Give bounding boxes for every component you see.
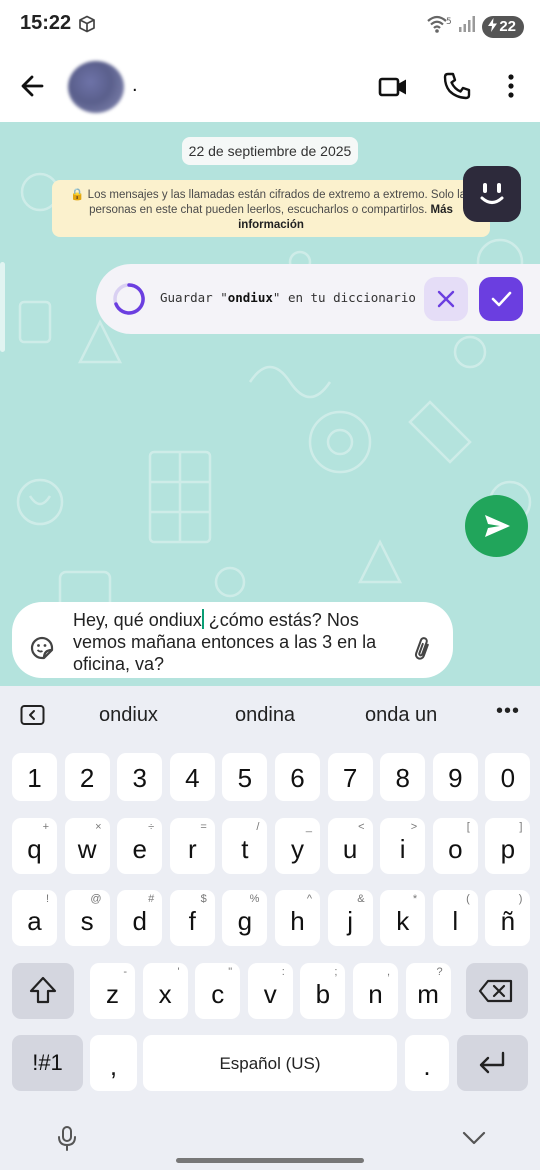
key-5[interactable]: 5: [222, 753, 268, 801]
voice-call-button[interactable]: [440, 69, 474, 103]
date-divider: 22 de septiembre de 2025: [182, 137, 358, 165]
suggestion-3[interactable]: onda un: [365, 704, 437, 727]
bolt-icon: [488, 17, 498, 36]
key-z[interactable]: -z: [90, 963, 135, 1019]
backspace-key[interactable]: [466, 963, 528, 1019]
comma-key[interactable]: ,: [90, 1035, 137, 1091]
key-8[interactable]: 8: [380, 753, 426, 801]
shift-icon: [29, 976, 57, 1004]
key-4[interactable]: 4: [169, 753, 215, 801]
status-time: 15:22: [20, 12, 72, 34]
contact-name[interactable]: .: [132, 74, 138, 97]
message-input[interactable]: Hey, qué ondiux ¿cómo estás? Nos vemos m…: [73, 609, 393, 675]
battery-indicator: 22: [482, 15, 524, 38]
microphone-icon[interactable]: [54, 1124, 80, 1152]
attach-icon[interactable]: [410, 635, 434, 663]
dictionary-prompt: Guardar "ondiux" en tu diccionario: [160, 290, 416, 305]
key-x[interactable]: ' x: [142, 963, 188, 1019]
key-e[interactable]: ÷ e: [117, 818, 163, 874]
wifi-icon: 5: [426, 14, 452, 39]
key-0[interactable]: 0: [485, 753, 531, 801]
loading-spinner-icon: [112, 282, 146, 316]
key-s[interactable]: @ s: [64, 890, 110, 946]
key-v[interactable]: :v: [247, 963, 293, 1019]
key-u[interactable]: < u: [327, 818, 373, 874]
period-key[interactable]: .: [405, 1035, 449, 1091]
spacebar[interactable]: Español (US): [143, 1035, 397, 1091]
key-b[interactable]: ; b: [300, 963, 346, 1019]
avatar[interactable]: [68, 61, 124, 113]
message-composer: Hey, qué ondiux ¿cómo estás? Nos vemos m…: [12, 602, 453, 678]
collapse-toolbar-icon[interactable]: [20, 704, 45, 726]
key-3[interactable]: 3: [117, 753, 163, 801]
key-9[interactable]: 9: [432, 753, 478, 801]
key-o[interactable]: [o: [432, 818, 478, 874]
key-1[interactable]: 1: [12, 753, 57, 801]
key-w[interactable]: × w: [64, 818, 110, 874]
encryption-text: 🔒 Los mensajes y las llamadas están cifr…: [70, 189, 472, 216]
cube-icon: [78, 15, 96, 38]
key-y[interactable]: _ y: [275, 818, 320, 874]
key-t[interactable]: / t: [222, 818, 268, 874]
svg-text:5: 5: [446, 17, 452, 27]
enter-icon: [479, 1051, 505, 1074]
key-m[interactable]: ? m: [405, 963, 451, 1019]
suggestion-1[interactable]: ondiux: [99, 704, 158, 727]
suggestion-bar: ondiux ondina onda un •••: [0, 686, 540, 744]
key-j[interactable]: & j: [327, 890, 373, 946]
chat-header: .: [0, 52, 540, 122]
key-c[interactable]: " c: [195, 963, 241, 1019]
video-call-button[interactable]: [376, 70, 410, 104]
key-r[interactable]: = r: [169, 818, 215, 874]
dictionary-confirm-button[interactable]: [479, 277, 523, 321]
key-p[interactable]: ] p: [485, 818, 531, 874]
key-n[interactable]: ,n: [353, 963, 398, 1019]
key-7[interactable]: 7: [327, 753, 373, 801]
status-bar: 15:22 5 22: [0, 0, 540, 52]
backspace-icon: [478, 979, 513, 1003]
battery-level: 22: [499, 18, 516, 35]
shift-key[interactable]: [12, 963, 74, 1019]
key-g[interactable]: % g: [222, 890, 268, 946]
send-button[interactable]: [465, 495, 528, 557]
back-button[interactable]: [16, 69, 50, 103]
add-to-dictionary-banner: Guardar "ondiux" en tu diccionario: [96, 264, 540, 334]
key-l[interactable]: (l: [432, 890, 478, 946]
signal-icon: [458, 15, 476, 38]
dictionary-word: ondiux: [227, 290, 273, 305]
sticker-icon[interactable]: [28, 634, 56, 662]
more-suggestions-button[interactable]: •••: [496, 700, 520, 723]
chat-area[interactable]: 22 de septiembre de 2025 🔒 Los mensajes …: [0, 122, 540, 686]
more-options-button[interactable]: [496, 69, 526, 103]
key-k[interactable]: * k: [380, 890, 426, 946]
key-h[interactable]: ^ h: [275, 890, 320, 946]
key-ñ[interactable]: ) ñ: [485, 890, 531, 946]
enter-key[interactable]: [457, 1035, 528, 1091]
key-f[interactable]: $ f: [169, 890, 215, 946]
symbols-key[interactable]: !#1: [12, 1035, 83, 1091]
encryption-notice[interactable]: 🔒 Los mensajes y las llamadas están cifr…: [52, 180, 490, 237]
keyboard-assistant-button[interactable]: [463, 166, 521, 222]
key-2[interactable]: 2: [64, 753, 110, 801]
hide-keyboard-icon[interactable]: [460, 1126, 488, 1150]
dictionary-cancel-button[interactable]: [424, 277, 468, 321]
edge-panel-handle[interactable]: [0, 262, 5, 352]
key-i[interactable]: > i: [380, 818, 426, 874]
key-a[interactable]: ! a: [12, 890, 57, 946]
home-indicator[interactable]: [176, 1158, 364, 1163]
key-d[interactable]: # d: [117, 890, 163, 946]
key-6[interactable]: 6: [275, 753, 320, 801]
key-q[interactable]: + q: [12, 818, 57, 874]
keyboard: ondiux ondina onda un ••• !#1 , Español …: [0, 686, 540, 1170]
suggestion-2[interactable]: ondina: [235, 704, 295, 727]
